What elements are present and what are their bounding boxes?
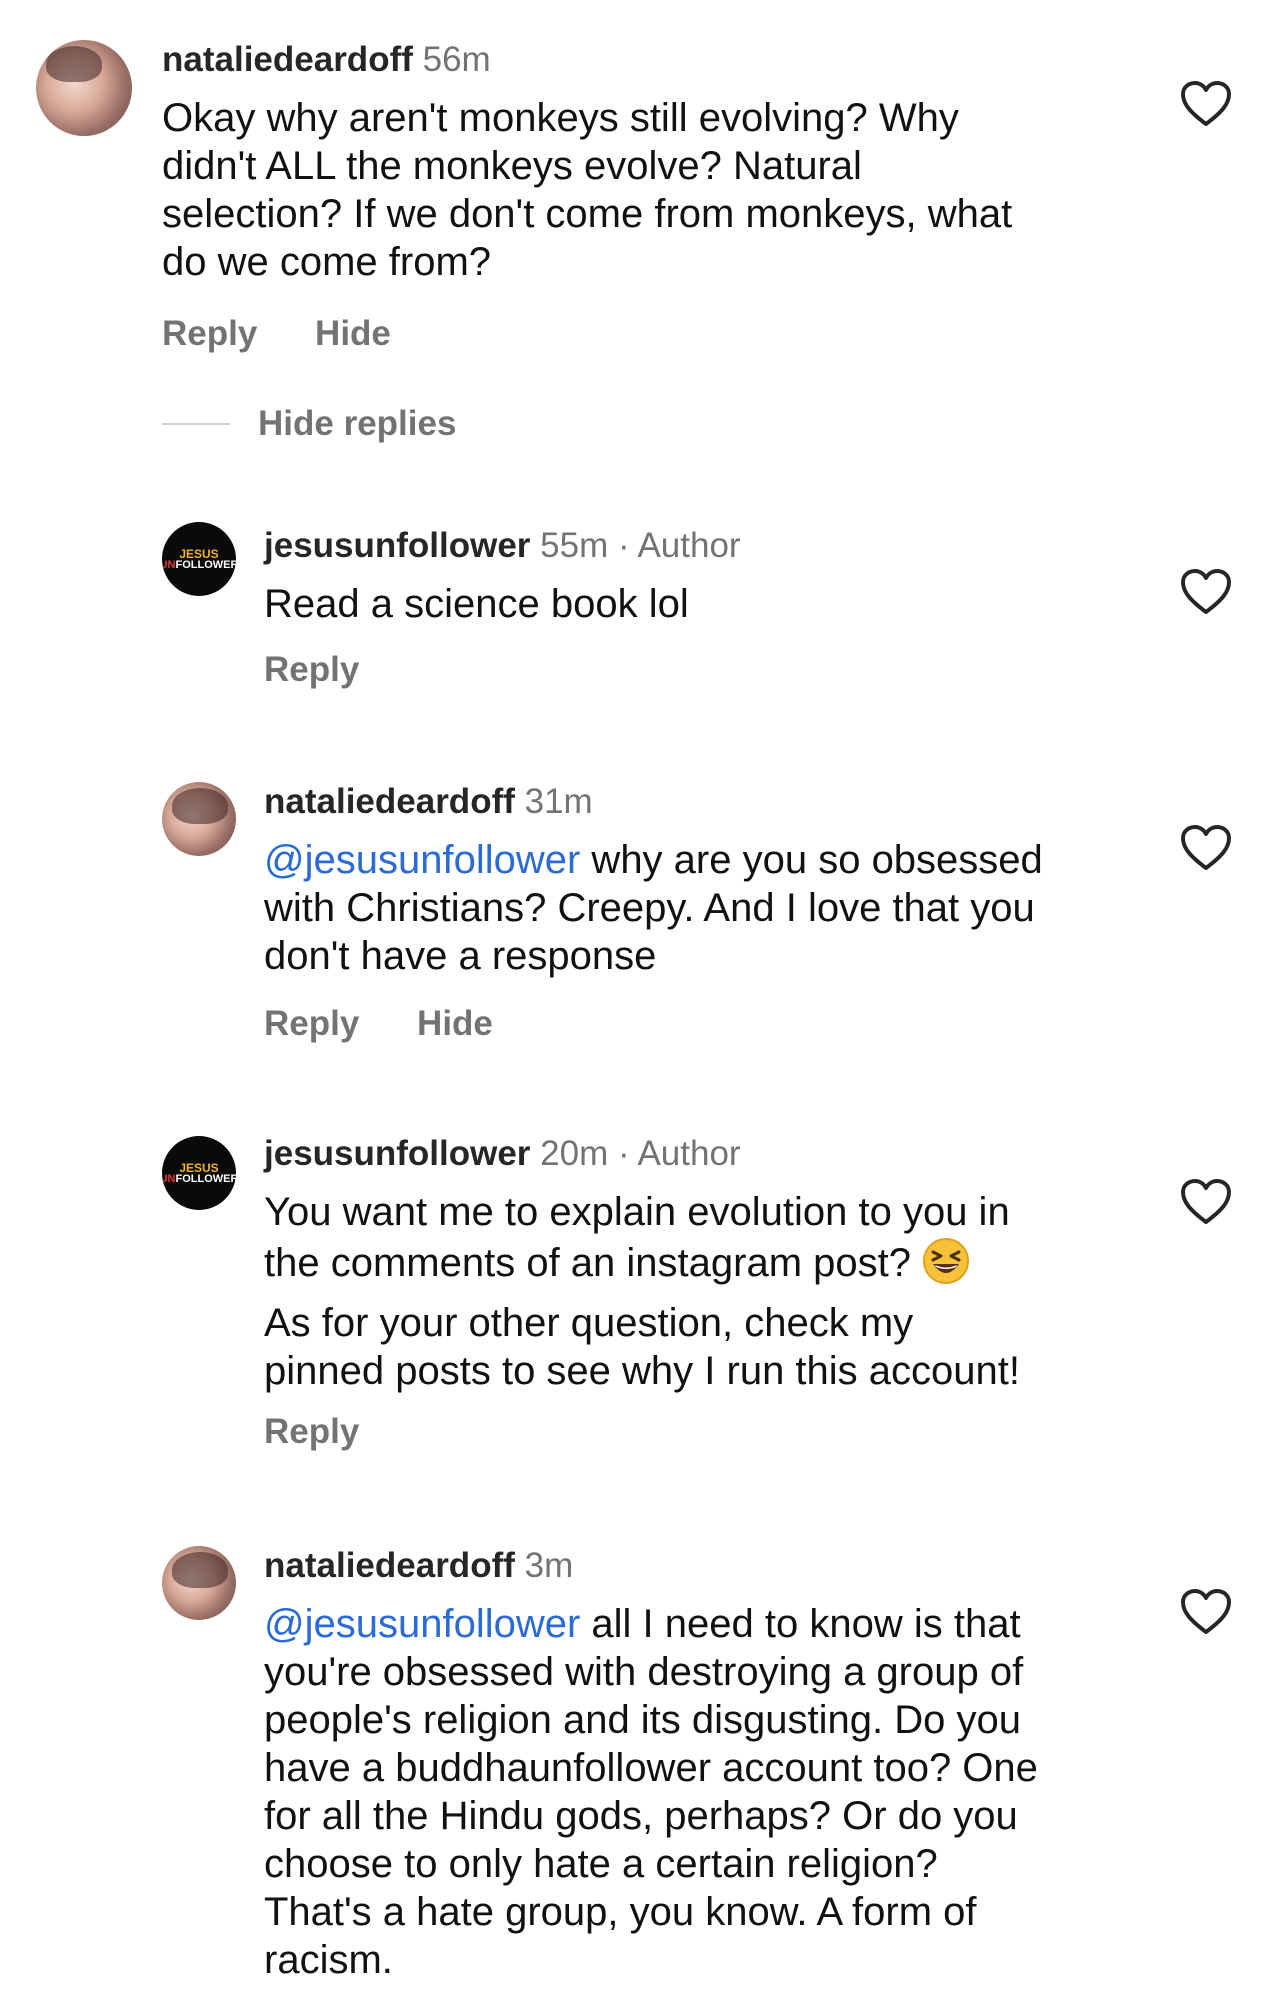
timestamp: 20m bbox=[540, 1134, 609, 1173]
comment-line: You want me to explain evolution to you … bbox=[264, 1190, 1010, 1234]
comment-actions: Reply bbox=[264, 650, 407, 690]
comment-line: the comments of an instagram post? bbox=[264, 1236, 1020, 1287]
heart-outline-icon[interactable] bbox=[1180, 1178, 1232, 1226]
comment-line: @jesusunfollower all I need to know is t… bbox=[264, 1600, 1038, 1648]
comment-line: choose to only hate a certain religion? bbox=[264, 1842, 938, 1886]
hide-button[interactable]: Hide bbox=[315, 314, 391, 353]
username[interactable]: nataliedeardoff bbox=[162, 40, 413, 79]
comment-line: selection? If we don't come from monkeys… bbox=[162, 192, 1013, 236]
reply-button[interactable]: Reply bbox=[264, 1004, 359, 1043]
comment-line: don't have a response bbox=[264, 934, 657, 978]
divider bbox=[162, 423, 230, 425]
avatar[interactable] bbox=[162, 1546, 236, 1620]
mention-link[interactable]: @jesusunfollower bbox=[264, 1602, 580, 1646]
avatar[interactable]: JESUS UNFOLLOWER bbox=[162, 1136, 236, 1210]
comment-line: As for your other question, check my bbox=[264, 1301, 914, 1345]
reply-button[interactable]: Reply bbox=[162, 314, 257, 353]
heart-outline-icon[interactable] bbox=[1180, 824, 1232, 872]
comment-meta: nataliedeardoff 3m bbox=[264, 1542, 573, 1590]
comment-line: with Christians? Creepy. And I love that… bbox=[264, 886, 1035, 930]
comment-text: @jesusunfollower why are you so obsessed… bbox=[264, 836, 1043, 980]
comment-text: Read a science book lol bbox=[264, 580, 689, 628]
avatar[interactable] bbox=[162, 782, 236, 856]
username[interactable]: nataliedeardoff bbox=[264, 1546, 515, 1585]
comment-line: Read a science book lol bbox=[264, 582, 689, 626]
username[interactable]: jesusunfollower bbox=[264, 1134, 530, 1173]
comment-meta: jesusunfollower 20m · Author bbox=[264, 1130, 741, 1178]
heart-outline-icon[interactable] bbox=[1180, 1588, 1232, 1636]
comment-line: pinned posts to see why I run this accou… bbox=[264, 1349, 1020, 1393]
timestamp: 55m bbox=[540, 526, 609, 565]
comment-line: racism. bbox=[264, 1938, 393, 1982]
comment-text: You want me to explain evolution to you … bbox=[264, 1188, 1020, 1395]
avatar-logo-rest: FOLLOWER bbox=[175, 1172, 236, 1185]
grinning-squinting-face-icon bbox=[923, 1238, 969, 1284]
avatar[interactable] bbox=[36, 40, 132, 136]
comment-meta: nataliedeardoff 56m bbox=[162, 36, 491, 84]
comment-meta: nataliedeardoff 31m bbox=[264, 778, 593, 826]
comment-line: for all the Hindu gods, perhaps? Or do y… bbox=[264, 1794, 1018, 1838]
avatar-logo-rest: FOLLOWER bbox=[175, 558, 236, 571]
comment-actions: Reply Hide bbox=[264, 1004, 541, 1044]
mention-link[interactable]: @jesusunfollower bbox=[264, 838, 580, 882]
username[interactable]: nataliedeardoff bbox=[264, 782, 515, 821]
comment-meta: jesusunfollower 55m · Author bbox=[264, 522, 741, 570]
comment-actions: Reply bbox=[264, 1412, 407, 1452]
comment-text: @jesusunfollower all I need to know is t… bbox=[264, 1600, 1038, 1984]
comment-line: have a buddhaunfollower account too? One bbox=[264, 1746, 1038, 1790]
hide-replies-label: Hide replies bbox=[258, 404, 457, 443]
reply-button[interactable]: Reply bbox=[264, 650, 359, 689]
username[interactable]: jesusunfollower bbox=[264, 526, 530, 565]
avatar-logo-text: UNFOLLOWER bbox=[162, 558, 236, 571]
comment-line: do we come from? bbox=[162, 240, 492, 284]
comment-line: people's religion and its disgusting. Do… bbox=[264, 1698, 1021, 1742]
comment-actions: Reply Hide bbox=[162, 314, 439, 354]
hide-replies-toggle[interactable]: Hide replies bbox=[162, 400, 456, 448]
timestamp: 3m bbox=[524, 1546, 574, 1585]
reply-button[interactable]: Reply bbox=[264, 1412, 359, 1451]
timestamp: 31m bbox=[524, 782, 593, 821]
comment-line-text: the comments of an instagram post? bbox=[264, 1241, 911, 1285]
avatar[interactable]: JESUS UNFOLLOWER bbox=[162, 522, 236, 596]
comment-line: didn't ALL the monkeys evolve? Natural bbox=[162, 144, 862, 188]
avatar-logo-text: UNFOLLOWER bbox=[162, 1172, 236, 1185]
comment-line: you're obsessed with destroying a group … bbox=[264, 1650, 1024, 1694]
hide-button[interactable]: Hide bbox=[417, 1004, 493, 1043]
comment-text: Okay why aren't monkeys still evolving? … bbox=[162, 94, 1012, 286]
avatar-logo-prefix: UN bbox=[162, 1172, 176, 1185]
comment-line: Okay why aren't monkeys still evolving? … bbox=[162, 96, 959, 140]
author-badge: · Author bbox=[618, 526, 741, 565]
author-badge: · Author bbox=[618, 1134, 741, 1173]
comment-line-text: all I need to know is that bbox=[580, 1602, 1021, 1646]
comment-line: @jesusunfollower why are you so obsessed bbox=[264, 836, 1043, 884]
comment-line-text: why are you so obsessed bbox=[580, 838, 1043, 882]
avatar-logo-prefix: UN bbox=[162, 558, 176, 571]
comment-line: That's a hate group, you know. A form of bbox=[264, 1890, 977, 1934]
timestamp: 56m bbox=[422, 40, 491, 79]
heart-outline-icon[interactable] bbox=[1180, 568, 1232, 616]
heart-outline-icon[interactable] bbox=[1180, 80, 1232, 128]
